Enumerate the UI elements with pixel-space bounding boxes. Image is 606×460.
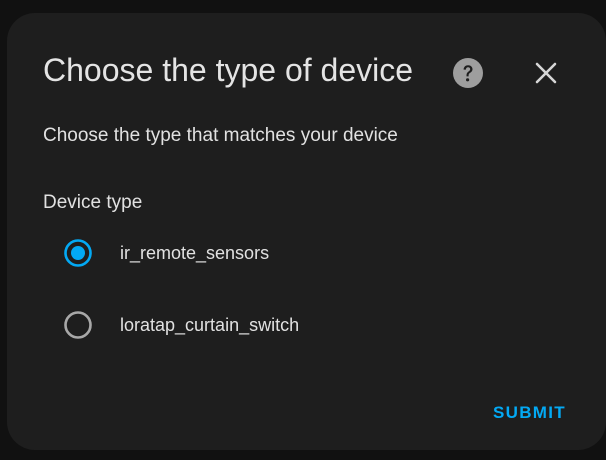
dialog-title: Choose the type of device: [43, 52, 414, 88]
submit-button[interactable]: SUBMIT: [481, 395, 578, 431]
help-icon[interactable]: [452, 57, 484, 89]
close-icon[interactable]: [531, 58, 561, 88]
device-type-label: Device type: [43, 192, 143, 213]
device-type-dialog: Choose the type of device Choose the typ…: [7, 13, 606, 450]
radio-option-loratap-curtain-switch[interactable]: loratap_curtain_switch: [51, 301, 471, 349]
radio-option-label: ir_remote_sensors: [120, 243, 270, 263]
dialog-description: Choose the type that matches your device: [43, 125, 398, 146]
radio-option-ir-remote-sensors[interactable]: ir_remote_sensors: [51, 229, 471, 277]
radio-selected-icon[interactable]: [64, 239, 92, 267]
radio-unselected-icon[interactable]: [64, 311, 92, 339]
radio-option-label: loratap_curtain_switch: [120, 315, 300, 335]
